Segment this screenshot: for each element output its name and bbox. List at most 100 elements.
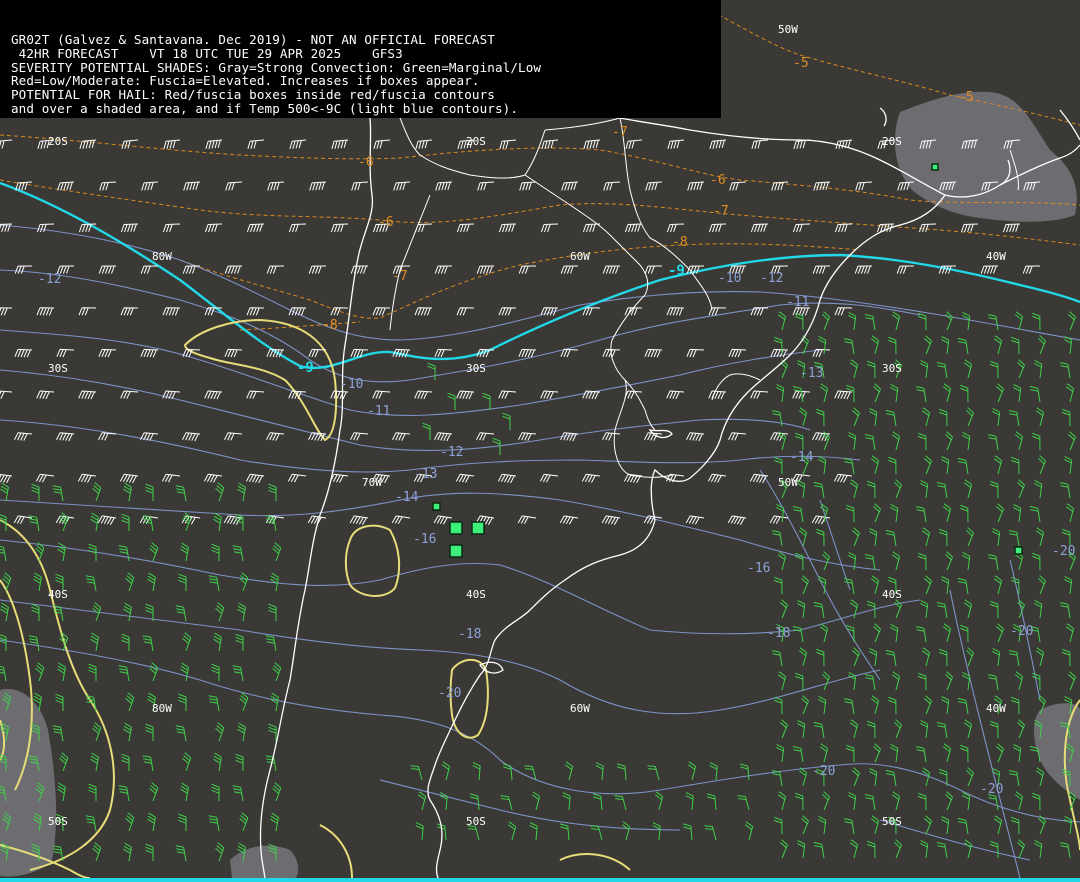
- wind-barb: [1034, 479, 1043, 499]
- isotherm-label: -8: [322, 318, 338, 333]
- grid-label: 70W: [362, 476, 382, 489]
- wind-barb: [35, 662, 45, 682]
- wind-barb: [469, 793, 480, 811]
- isotherm-label: -12: [38, 272, 61, 287]
- wind-barb: [799, 407, 808, 427]
- wind-barb: [869, 527, 878, 547]
- wind-barb: [709, 139, 727, 150]
- wind-barb: [624, 390, 643, 399]
- wind-barb: [799, 647, 808, 667]
- wind-barb: [850, 359, 859, 379]
- wind-barb: [990, 720, 999, 739]
- isotherm-label: -11: [786, 295, 809, 310]
- isotherm-label: -6: [378, 215, 394, 230]
- wind-barb: [834, 307, 853, 316]
- wind-barb: [885, 410, 897, 427]
- wind-barb: [1064, 815, 1073, 835]
- isotherm-label: -10: [718, 271, 741, 286]
- wind-barb: [892, 671, 901, 691]
- wind-barb: [1011, 696, 1020, 715]
- wind-barb: [920, 479, 929, 499]
- wind-barb: [964, 359, 973, 379]
- wind-barb: [213, 512, 222, 532]
- wind-barb: [614, 795, 627, 811]
- wind-barb: [180, 662, 189, 682]
- wind-barb: [957, 578, 969, 595]
- wind-barb: [843, 818, 855, 835]
- wind-barb: [994, 335, 1003, 355]
- wind-barb: [57, 181, 75, 191]
- isotherm-label: -6: [710, 173, 726, 188]
- wind-barb: [182, 752, 192, 772]
- isotherm-label: -18: [458, 627, 481, 642]
- wind-barb: [125, 572, 135, 592]
- wind-barb: [1059, 362, 1071, 379]
- wind-barb: [57, 782, 66, 802]
- grid-label: 50W: [778, 23, 798, 36]
- wind-barb: [88, 783, 97, 801]
- wind-barb: [415, 822, 424, 841]
- grid-label: 40W: [986, 250, 1006, 263]
- wind-barbs-white: [0, 139, 1041, 525]
- wind-barb: [78, 390, 97, 400]
- wind-barb: [987, 434, 999, 451]
- wind-barb: [936, 722, 948, 739]
- wind-barb: [1032, 552, 1041, 571]
- wind-barb: [994, 575, 1003, 595]
- wind-barb: [1066, 503, 1075, 523]
- wind-barb: [456, 307, 475, 316]
- wind-barb: [624, 307, 643, 316]
- wind-barb: [616, 763, 627, 781]
- wind-barb: [213, 752, 222, 772]
- wind-barb: [813, 842, 825, 859]
- wind-barb: [778, 311, 787, 331]
- wind-barb: [890, 623, 899, 643]
- wind-barb: [182, 632, 192, 652]
- wind-barb: [964, 479, 973, 499]
- wind-barb: [502, 763, 513, 781]
- wind-barb: [0, 666, 7, 682]
- wind-barb: [960, 744, 969, 763]
- wind-barb: [686, 348, 705, 358]
- wind-barb: [994, 455, 1003, 475]
- wind-barb: [350, 265, 369, 274]
- wind-barb: [232, 785, 244, 802]
- wind-barb: [1064, 455, 1073, 475]
- wind-barb: [246, 223, 265, 233]
- wind-barb: [414, 307, 433, 316]
- wind-barb: [776, 383, 785, 403]
- wind-barb: [1068, 311, 1076, 331]
- wind-barb: [0, 602, 9, 622]
- hail-box: [449, 521, 463, 535]
- grid-label: 50S: [48, 815, 68, 828]
- wind-barb: [308, 348, 327, 358]
- wind-barb: [780, 839, 788, 859]
- wind-barb: [751, 139, 769, 150]
- wind-barb: [924, 695, 932, 715]
- severity-contours: [0, 318, 1080, 879]
- wind-barb: [237, 602, 246, 622]
- wind-barb: [0, 474, 13, 484]
- wind-barb: [561, 181, 579, 191]
- wind-barb: [920, 359, 929, 379]
- wind-barb: [508, 821, 517, 841]
- gray-severity-shades: [0, 91, 1080, 878]
- wind-barb: [582, 390, 601, 400]
- wind-barb: [941, 455, 950, 475]
- wind-barb: [774, 816, 783, 835]
- wind-barb: [922, 407, 931, 427]
- wind-barb: [888, 336, 897, 355]
- wind-barb: [727, 515, 747, 525]
- wind-barb: [980, 265, 999, 274]
- wind-barb: [1011, 456, 1020, 475]
- wind-barb: [211, 543, 220, 561]
- wind-barb: [289, 139, 307, 150]
- isotherm-label: -16: [747, 561, 770, 576]
- isotherm-label: -11: [367, 404, 390, 419]
- wind-barb: [924, 455, 932, 475]
- hail-box: [449, 544, 463, 558]
- wind-barb: [939, 528, 948, 547]
- wind-barb: [769, 515, 789, 525]
- wind-barb: [602, 265, 621, 274]
- wind-barb: [118, 545, 130, 562]
